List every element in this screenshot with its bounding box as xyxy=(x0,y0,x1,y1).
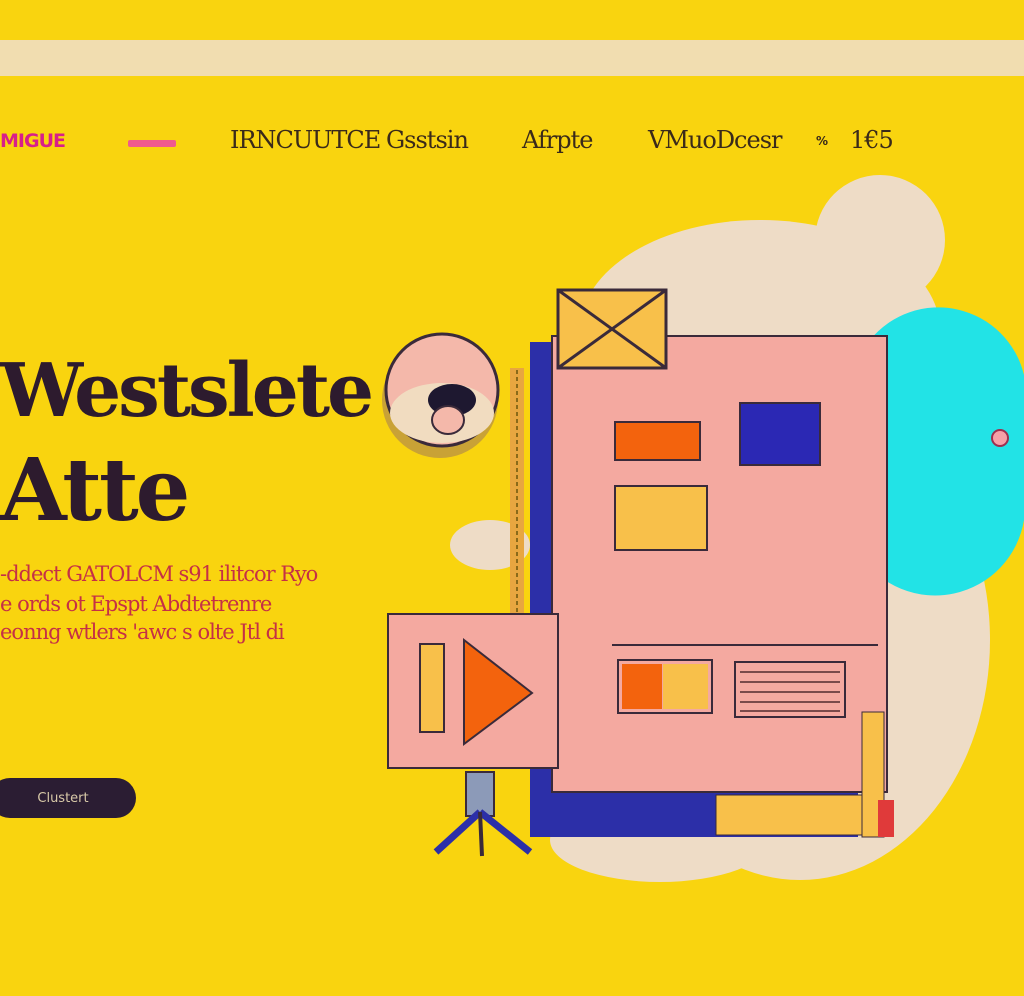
play-icon xyxy=(387,613,559,769)
brand-logo[interactable]: MIGUE xyxy=(0,130,66,152)
hero-title-line-2: Atte xyxy=(0,440,190,541)
text-lines-block xyxy=(734,661,846,718)
nav-link-2[interactable]: Gsstsin xyxy=(386,126,469,154)
hero-subtitle-line-3: eonng wtlers 'awc s olte Jtl di xyxy=(0,620,285,644)
logo-accent-bar xyxy=(128,140,176,147)
nav-link-5[interactable]: 1€5 xyxy=(850,126,894,154)
main-navigation: MIGUE IRNCUUTCE Gsstsin Afrpte VMuoDcesr… xyxy=(0,126,1024,162)
top-browser-bar xyxy=(0,40,1024,76)
hero-title-line-1: Westslete xyxy=(0,348,374,434)
window-mockup xyxy=(530,335,894,838)
hero-subtitle-line-1: -ddect GATOLCM s91 ilitcor Ryo xyxy=(0,562,318,586)
easel-icon xyxy=(433,771,533,857)
nav-extra-marker[interactable]: % xyxy=(816,134,828,148)
background-blob xyxy=(450,175,990,882)
hero-subtitle-line-2: e ords ot Epspt Abdtetrenre xyxy=(0,592,272,616)
ruler-pole xyxy=(510,368,524,668)
cta-button[interactable]: Clustert xyxy=(0,778,136,818)
nav-link-1[interactable]: IRNCUUTCE xyxy=(230,126,381,154)
cyan-circle-shape xyxy=(860,307,1024,596)
nav-link-3[interactable]: Afrpte xyxy=(522,126,593,154)
clock-icon xyxy=(382,332,500,458)
envelope-icon xyxy=(556,288,668,370)
nav-link-4[interactable]: VMuoDcesr xyxy=(648,126,782,154)
